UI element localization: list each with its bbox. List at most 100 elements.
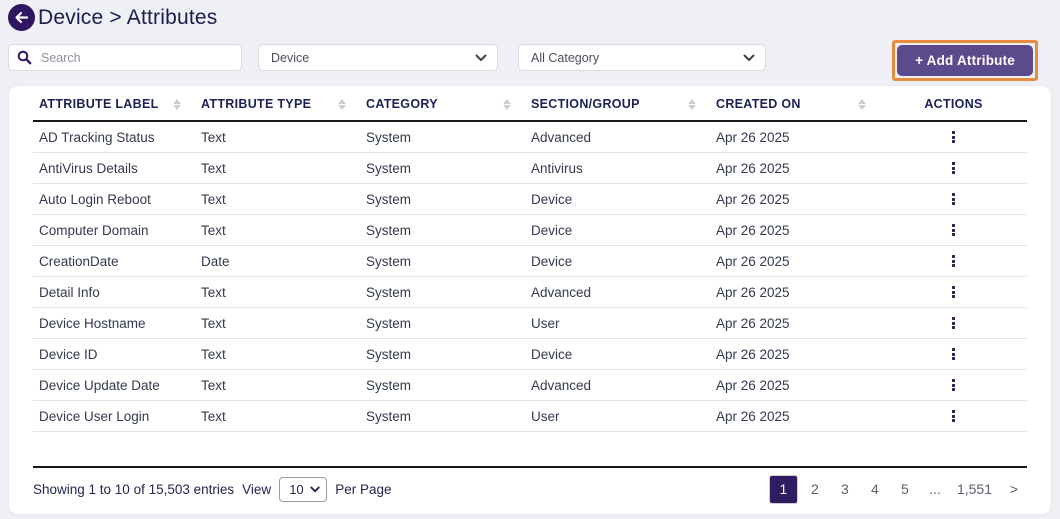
cell-created-on: Apr 26 2025 <box>710 347 880 362</box>
sort-icon <box>503 99 511 110</box>
table-row: Device Hostname Text System User Apr 26 … <box>33 308 1027 339</box>
cell-attribute-type: Text <box>195 378 360 393</box>
cell-attribute-label: Auto Login Reboot <box>33 192 195 207</box>
cell-category: System <box>360 130 525 145</box>
column-header-attribute-label[interactable]: ATTRIBUTE LABEL <box>33 97 195 111</box>
cell-section-group: Device <box>525 223 710 238</box>
cell-category: System <box>360 161 525 176</box>
column-header-text: ACTIONS <box>924 97 982 111</box>
cell-category: System <box>360 223 525 238</box>
cell-section-group: Advanced <box>525 130 710 145</box>
cell-attribute-label: Device ID <box>33 347 195 362</box>
category-filter-select[interactable]: All Category <box>518 44 766 71</box>
cell-section-group: Device <box>525 254 710 269</box>
cell-category: System <box>360 378 525 393</box>
row-actions-kebab-button[interactable] <box>944 252 963 270</box>
sort-icon <box>688 99 696 110</box>
column-header-text: ATTRIBUTE TYPE <box>201 97 311 111</box>
table-footer: Showing 1 to 10 of 15,503 entries View 1… <box>33 466 1027 514</box>
row-actions-kebab-button[interactable] <box>944 128 963 146</box>
page-ellipsis[interactable]: ... <box>922 475 948 503</box>
cell-attribute-type: Text <box>195 347 360 362</box>
column-header-text: SECTION/GROUP <box>531 97 640 111</box>
cell-attribute-type: Text <box>195 192 360 207</box>
search-input[interactable] <box>8 44 242 71</box>
table-header-row: ATTRIBUTE LABEL ATTRIBUTE TYPE CATEGORY … <box>33 88 1027 122</box>
attributes-table-card: ATTRIBUTE LABEL ATTRIBUTE TYPE CATEGORY … <box>8 85 1052 515</box>
cell-section-group: Advanced <box>525 378 710 393</box>
row-actions-kebab-button[interactable] <box>944 345 963 363</box>
cell-attribute-type: Date <box>195 254 360 269</box>
cell-category: System <box>360 285 525 300</box>
cell-attribute-label: AD Tracking Status <box>33 130 195 145</box>
row-actions-kebab-button[interactable] <box>944 407 963 425</box>
showing-entries-text: Showing 1 to 10 of 15,503 entries <box>33 482 234 497</box>
cell-section-group: Antivirus <box>525 161 710 176</box>
search-box <box>8 44 242 71</box>
row-actions-kebab-button[interactable] <box>944 190 963 208</box>
cell-section-group: Device <box>525 192 710 207</box>
page-button-1[interactable]: 1 <box>769 475 798 504</box>
cell-created-on: Apr 26 2025 <box>710 409 880 424</box>
add-attribute-highlight-box: + Add Attribute <box>892 40 1038 81</box>
chevron-down-icon <box>310 486 320 493</box>
column-header-actions: ACTIONS <box>880 97 1027 111</box>
view-label: View <box>242 482 271 497</box>
page-button-3[interactable]: 3 <box>832 475 858 503</box>
table-row: CreationDate Date System Device Apr 26 2… <box>33 246 1027 277</box>
row-actions-kebab-button[interactable] <box>944 314 963 332</box>
cell-attribute-type: Text <box>195 223 360 238</box>
category-filter-value: All Category <box>531 51 599 65</box>
cell-attribute-label: Device Update Date <box>33 378 195 393</box>
chevron-down-icon <box>475 54 487 62</box>
table-body: AD Tracking Status Text System Advanced … <box>33 122 1027 432</box>
cell-attribute-type: Text <box>195 316 360 331</box>
chevron-down-icon <box>743 54 755 62</box>
per-page-select[interactable]: 10 <box>279 477 327 502</box>
page-button-5[interactable]: 5 <box>892 475 918 503</box>
table-row: Auto Login Reboot Text System Device Apr… <box>33 184 1027 215</box>
column-header-text: CREATED ON <box>716 97 801 111</box>
table-row: AD Tracking Status Text System Advanced … <box>33 122 1027 153</box>
column-header-attribute-type[interactable]: ATTRIBUTE TYPE <box>195 97 360 111</box>
sort-icon <box>338 99 346 110</box>
cell-attribute-label: Device Hostname <box>33 316 195 331</box>
page-button-last[interactable]: 1,551 <box>952 475 997 503</box>
cell-created-on: Apr 26 2025 <box>710 192 880 207</box>
cell-created-on: Apr 26 2025 <box>710 378 880 393</box>
filter-bar: Device All Category + Add Attribute <box>8 44 1052 81</box>
row-actions-kebab-button[interactable] <box>944 159 963 177</box>
row-actions-kebab-button[interactable] <box>944 221 963 239</box>
module-filter-select[interactable]: Device <box>258 44 498 71</box>
table-row: AntiVirus Details Text System Antivirus … <box>33 153 1027 184</box>
row-actions-kebab-button[interactable] <box>944 376 963 394</box>
cell-section-group: User <box>525 316 710 331</box>
cell-category: System <box>360 409 525 424</box>
sort-icon <box>173 99 181 110</box>
pagination: 1 2 3 4 5 ... 1,551 > <box>769 475 1027 504</box>
cell-attribute-label: CreationDate <box>33 254 195 269</box>
next-page-button[interactable]: > <box>1001 475 1027 503</box>
cell-attribute-type: Text <box>195 409 360 424</box>
back-button[interactable] <box>8 4 35 31</box>
cell-attribute-type: Text <box>195 161 360 176</box>
column-header-text: CATEGORY <box>366 97 438 111</box>
cell-section-group: Advanced <box>525 285 710 300</box>
row-actions-kebab-button[interactable] <box>944 283 963 301</box>
cell-attribute-label: Device User Login <box>33 409 195 424</box>
cell-section-group: Device <box>525 347 710 362</box>
column-header-created-on[interactable]: CREATED ON <box>710 97 880 111</box>
pagination-summary: Showing 1 to 10 of 15,503 entries View 1… <box>33 477 391 502</box>
column-header-category[interactable]: CATEGORY <box>360 97 525 111</box>
cell-attribute-type: Text <box>195 130 360 145</box>
cell-section-group: User <box>525 409 710 424</box>
column-header-section-group[interactable]: SECTION/GROUP <box>525 97 710 111</box>
page-button-4[interactable]: 4 <box>862 475 888 503</box>
cell-created-on: Apr 26 2025 <box>710 130 880 145</box>
cell-created-on: Apr 26 2025 <box>710 285 880 300</box>
per-page-value: 10 <box>289 482 303 497</box>
page-button-2[interactable]: 2 <box>802 475 828 503</box>
add-attribute-button[interactable]: + Add Attribute <box>897 45 1033 76</box>
page-title: Device > Attributes <box>38 6 217 30</box>
cell-category: System <box>360 316 525 331</box>
